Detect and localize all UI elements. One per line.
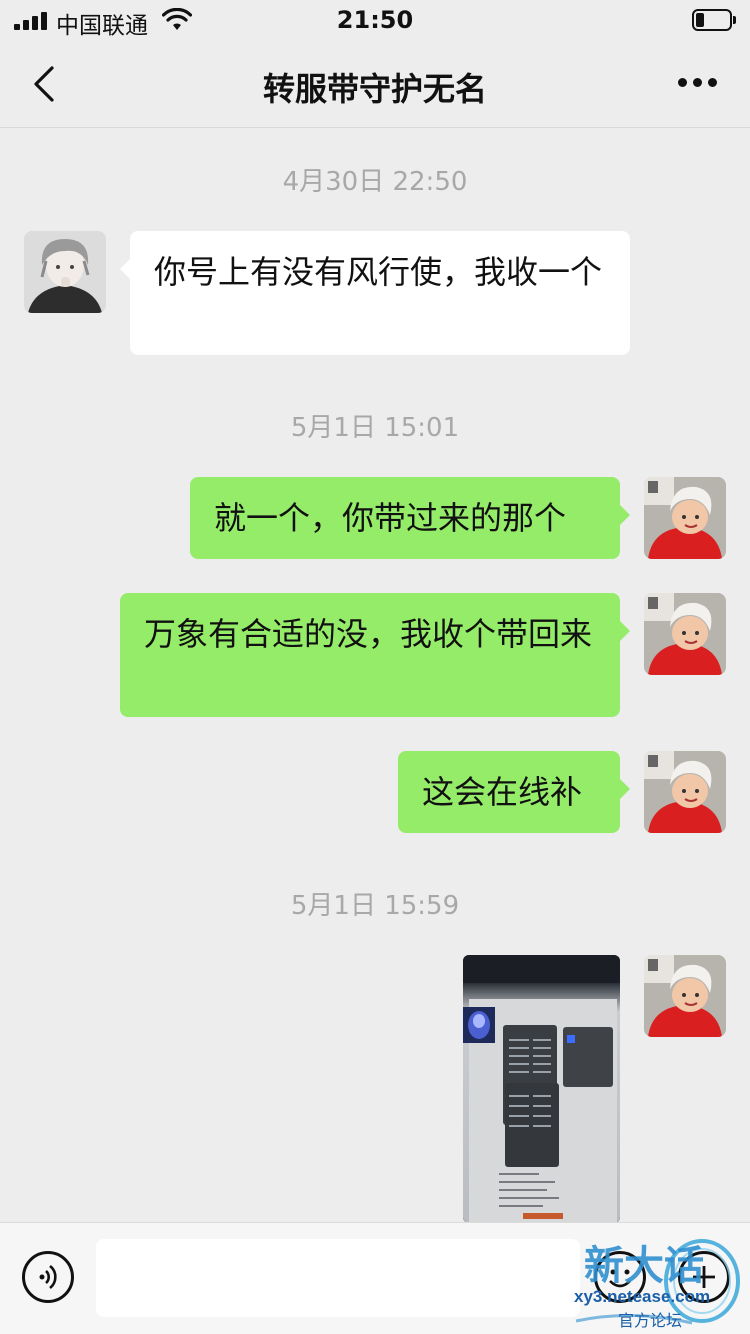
message-input[interactable] (96, 1239, 580, 1317)
message-timestamp: 4月30日 22:50 (282, 167, 468, 197)
more-dots-icon[interactable] (678, 78, 718, 88)
my-avatar[interactable] (644, 751, 726, 833)
watermark-site: xy3.netease.com (574, 1287, 711, 1306)
message-text: 就一个，你带过来的那个 (214, 499, 567, 537)
message-timestamp: 5月1日 15:01 (290, 413, 460, 443)
watermark-sub: 官方论坛 (618, 1311, 683, 1330)
message-bubble-received[interactable]: 你号上有没有风行使，我收一个 (120, 231, 630, 355)
input-bar: 新大话 xy3.netease.com 官方论坛 (0, 1222, 750, 1334)
watermark-logo: 新大话 xy3.netease.com 官方论坛 (572, 1231, 742, 1331)
nav-bar: 转服带守护无名 (0, 40, 750, 128)
status-time: 21:50 (336, 6, 414, 34)
message-text: 你号上有没有风行使，我收一个 (154, 253, 603, 291)
status-bar: 中国联通 21:50 (0, 0, 750, 40)
message-text: 万象有合适的没，我收个带回来 (144, 615, 593, 653)
message-bubble-sent[interactable]: 就一个，你带过来的那个 (190, 477, 630, 559)
svg-text:新大话: 新大话 (584, 1243, 704, 1288)
contact-avatar[interactable] (24, 231, 106, 313)
voice-icon[interactable] (22, 1251, 74, 1303)
message-text: 这会在线补 (422, 773, 583, 811)
my-avatar[interactable] (644, 477, 726, 559)
message-bubble-sent[interactable]: 这会在线补 (398, 751, 630, 833)
battery-icon (692, 9, 736, 31)
my-avatar[interactable] (644, 593, 726, 675)
image-message[interactable] (463, 955, 620, 1223)
chat-title: 转服带守护无名 (262, 70, 487, 108)
my-avatar[interactable] (644, 955, 726, 1037)
message-bubble-sent[interactable]: 万象有合适的没，我收个带回来 (120, 593, 630, 717)
message-timestamp: 5月1日 15:59 (290, 891, 460, 921)
